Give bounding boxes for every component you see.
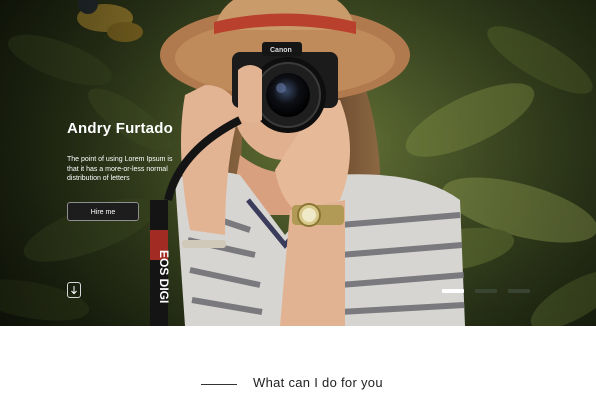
slide-dot-2[interactable] bbox=[475, 289, 497, 293]
scroll-down-button[interactable] bbox=[67, 282, 81, 298]
heading-divider bbox=[201, 384, 237, 385]
hero-section: EOS DIGI Canon Andry Furtado The point o… bbox=[0, 0, 596, 326]
hero-name: Andry Furtado bbox=[67, 120, 173, 137]
strap-text: EOS DIGI bbox=[157, 250, 171, 303]
slide-dot-1[interactable] bbox=[442, 289, 464, 293]
arrow-down-icon bbox=[71, 286, 77, 295]
hire-me-button[interactable]: Hire me bbox=[67, 202, 139, 221]
hero-description: The point of using Lorem Ipsum is that i… bbox=[67, 156, 173, 182]
camera-brand: Canon bbox=[270, 47, 292, 54]
services-title: What can I do for you bbox=[253, 375, 383, 390]
services-heading: What can I do for you bbox=[0, 372, 596, 396]
slide-dot-3[interactable] bbox=[508, 289, 530, 293]
